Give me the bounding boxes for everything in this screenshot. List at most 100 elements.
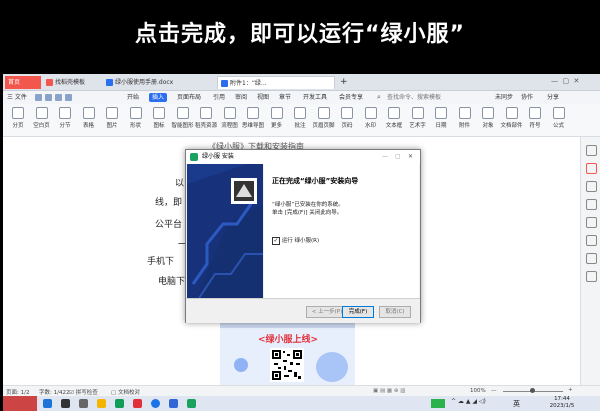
windows-start-icon[interactable] bbox=[43, 399, 52, 408]
new-tab-button[interactable]: + bbox=[337, 76, 348, 89]
menu-home[interactable]: 开始 bbox=[127, 93, 139, 102]
ribbon-button[interactable]: 附件 bbox=[454, 107, 476, 129]
ribbon-button[interactable]: 对象 bbox=[477, 107, 499, 129]
maximize-icon[interactable]: ▢ bbox=[395, 150, 401, 164]
ribbon-button-icon bbox=[106, 107, 118, 119]
zoom-in-button[interactable]: + bbox=[568, 387, 573, 393]
menu-developer[interactable]: 开发工具 bbox=[303, 93, 327, 102]
ribbon-button-icon bbox=[176, 107, 189, 119]
sidebar-icon[interactable] bbox=[586, 235, 597, 246]
wps-icon[interactable] bbox=[133, 399, 142, 408]
sidebar-icon[interactable] bbox=[586, 271, 597, 282]
redo-icon[interactable] bbox=[65, 94, 72, 101]
run-app-checkbox[interactable]: ✓ bbox=[272, 236, 280, 245]
dialog-button-bar: < 上一步(P) 完成(F) 取消(C) bbox=[186, 298, 420, 323]
dialog-titlebar: 绿小服 安装 — ▢ ✕ bbox=[186, 150, 420, 164]
installer-banner-graphic bbox=[187, 164, 263, 298]
ribbon-button[interactable]: 页码 bbox=[336, 107, 358, 129]
cancel-button[interactable]: 取消(C) bbox=[379, 306, 411, 318]
taskbar-thumbnail[interactable] bbox=[3, 396, 37, 411]
menu-file[interactable]: 三 文件 bbox=[7, 93, 27, 102]
collab-button[interactable]: 协作 bbox=[521, 93, 533, 102]
task-view-icon[interactable] bbox=[79, 399, 88, 408]
windows-taskbar: ^ ☁ ▲ ◢ ◁) 英 17:44 2023/1/5 bbox=[3, 396, 600, 411]
explorer-icon[interactable] bbox=[97, 399, 106, 408]
sidebar-icon[interactable] bbox=[586, 199, 597, 210]
sidebar-icon[interactable] bbox=[586, 163, 597, 174]
tab-attachment[interactable]: 附件1：“绿... bbox=[217, 76, 335, 89]
undo-icon[interactable] bbox=[55, 94, 62, 101]
save-icon[interactable] bbox=[35, 94, 42, 101]
app-icon[interactable] bbox=[169, 399, 178, 408]
ribbon-button[interactable]: 稻壳资源 bbox=[195, 107, 217, 129]
zoom-slider-handle[interactable] bbox=[530, 388, 535, 393]
ribbon-button-label: 智能图形 bbox=[171, 123, 194, 129]
ribbon-button[interactable]: 符号 bbox=[524, 107, 546, 129]
ribbon-button[interactable]: 分页 bbox=[7, 107, 29, 129]
tray-icons[interactable]: ^ ☁ ▲ ◢ ◁) bbox=[451, 398, 486, 405]
ribbon-button[interactable]: 智能图形 bbox=[172, 107, 194, 129]
ribbon-button[interactable]: 流程图 bbox=[219, 107, 241, 129]
sync-status[interactable]: 未同步 bbox=[495, 93, 513, 102]
app-icon[interactable] bbox=[115, 399, 124, 408]
sidebar-icon[interactable] bbox=[586, 217, 597, 228]
share-button[interactable]: 分享 bbox=[547, 93, 559, 102]
menu-chapter[interactable]: 章节 bbox=[279, 93, 291, 102]
menu-review[interactable]: 审阅 bbox=[235, 93, 247, 102]
ribbon-button[interactable]: 形状 bbox=[125, 107, 147, 129]
run-app-checkbox-row[interactable]: ✓ 运行 绿小服(R) bbox=[272, 236, 319, 245]
ribbon-button[interactable]: 文本框 bbox=[383, 107, 405, 129]
ribbon-button[interactable]: 日期 bbox=[430, 107, 452, 129]
ribbon-button-label: 页眉页脚 bbox=[312, 123, 335, 129]
ribbon-button[interactable]: 批注 bbox=[289, 107, 311, 129]
sidebar-icon[interactable] bbox=[586, 181, 597, 192]
ribbon-button[interactable]: 图标 bbox=[148, 107, 170, 129]
installer-dialog: 绿小服 安装 — ▢ ✕ 正在完成“绿小服”安装向导 “绿小服”已安装在你的系统… bbox=[185, 149, 421, 323]
ribbon-button-icon bbox=[388, 107, 400, 119]
ribbon-button[interactable]: 艺术字 bbox=[407, 107, 429, 129]
tab-manual[interactable]: 绿小服使用手册.docx bbox=[103, 76, 215, 89]
ribbon-button[interactable]: 图片 bbox=[101, 107, 123, 129]
edge-icon[interactable] bbox=[151, 399, 160, 408]
ribbon-button-icon bbox=[341, 107, 353, 119]
ribbon-button[interactable]: 文档部件 bbox=[501, 107, 523, 129]
right-sidebar bbox=[580, 137, 600, 385]
clock[interactable]: 17:44 2023/1/5 bbox=[544, 396, 580, 410]
ribbon-button-icon bbox=[294, 107, 306, 119]
wechat-icon[interactable] bbox=[187, 399, 196, 408]
menu-member[interactable]: 会员专享 bbox=[339, 93, 363, 102]
view-mode-icons[interactable]: ▣ ▤ ▦ ⊕ ▥ bbox=[373, 388, 405, 394]
print-icon[interactable] bbox=[45, 94, 52, 101]
ribbon-button[interactable]: 页眉页脚 bbox=[313, 107, 335, 129]
window-controls[interactable]: — ▢ ✕ bbox=[551, 77, 579, 85]
tab-home[interactable]: 首页 bbox=[5, 76, 41, 89]
ribbon-button-label: 思维导图 bbox=[242, 123, 265, 129]
close-icon[interactable]: ✕ bbox=[408, 150, 413, 164]
menu-insert[interactable]: 插入 bbox=[149, 93, 168, 102]
menu-reference[interactable]: 引用 bbox=[213, 93, 225, 102]
minimize-icon[interactable]: — bbox=[382, 150, 388, 164]
ribbon-button[interactable]: 更多 bbox=[266, 107, 288, 129]
tray-app-icon[interactable] bbox=[431, 399, 445, 408]
sidebar-icon[interactable] bbox=[586, 253, 597, 264]
sidebar-icon[interactable] bbox=[586, 145, 597, 156]
spell-check[interactable]: ☑ 拼写检查 bbox=[69, 388, 98, 396]
ribbon-button[interactable]: 表格 bbox=[78, 107, 100, 129]
zoom-out-button[interactable]: — bbox=[491, 388, 497, 394]
ribbon-button[interactable]: 思维导图 bbox=[242, 107, 264, 129]
menu-view[interactable]: 视图 bbox=[257, 93, 269, 102]
word-doc-icon bbox=[221, 80, 228, 87]
ribbon-button[interactable]: 分节 bbox=[54, 107, 76, 129]
input-method[interactable]: 英 bbox=[513, 399, 520, 409]
ribbon-button[interactable]: 公式 bbox=[548, 107, 570, 129]
menu-layout[interactable]: 页面布局 bbox=[177, 93, 201, 102]
search-input[interactable]: 查找命令、搜索模板 bbox=[387, 93, 441, 102]
search-icon[interactable]: ⌕ bbox=[377, 93, 381, 102]
search-taskbar-icon[interactable] bbox=[61, 399, 70, 408]
tab-template[interactable]: 找稻壳模板 bbox=[43, 76, 101, 89]
finish-button[interactable]: 完成(F) bbox=[342, 306, 374, 318]
ribbon-button[interactable]: 水印 bbox=[360, 107, 382, 129]
ribbon-button[interactable]: 空白页 bbox=[31, 107, 53, 129]
doc-check[interactable]: ▢ 文档校对 bbox=[111, 388, 140, 396]
tab-label: 找稻壳模板 bbox=[55, 79, 86, 86]
